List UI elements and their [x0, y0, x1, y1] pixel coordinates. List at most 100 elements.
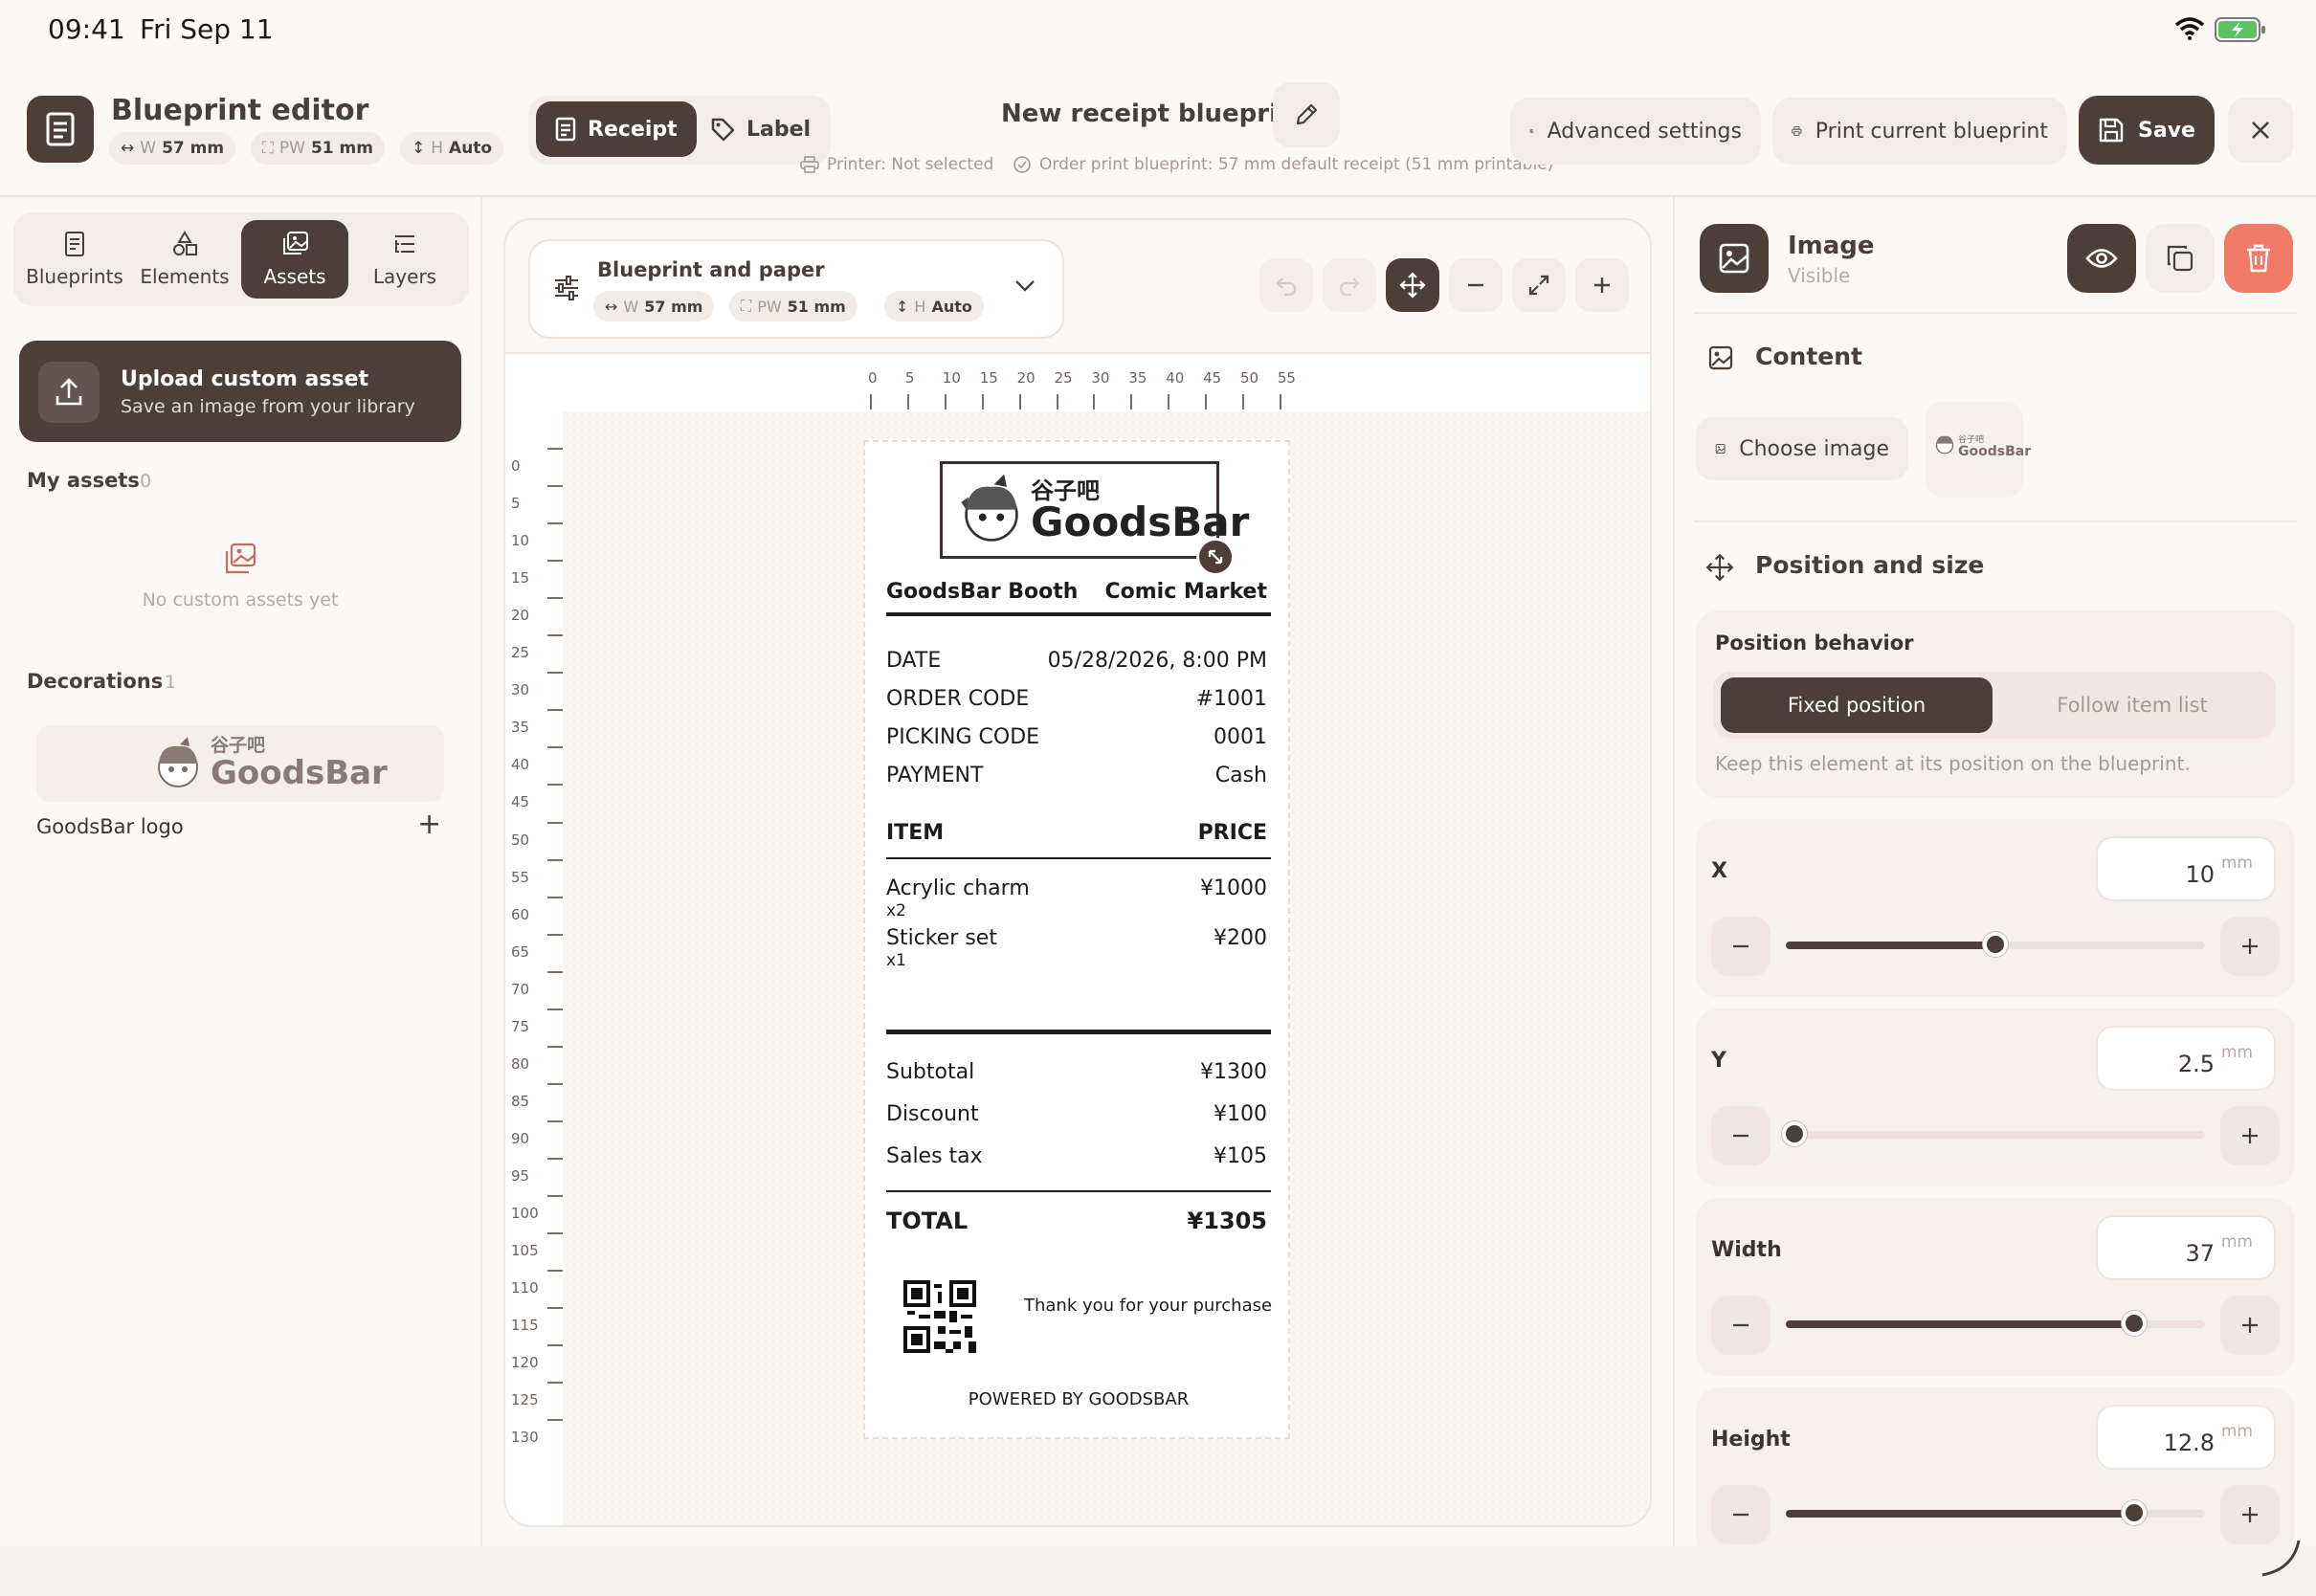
paper-settings-panel[interactable]: Blueprint and paper ↔ W 57 mm ⛶ PW 51 mm ↕ H A… [528, 239, 1064, 339]
slider-width[interactable] [1786, 1311, 2205, 1336]
close-button[interactable] [2228, 98, 2293, 163]
field-value-height: 12.8 [2163, 1430, 2215, 1456]
ruler-h-label: 35 [1128, 369, 1147, 387]
field-input-y[interactable]: 2.5 mm [2096, 1026, 2276, 1091]
logo-image-element[interactable]: 谷子吧 GoodsBar [940, 461, 1249, 559]
decrement-y-button[interactable] [1711, 1106, 1770, 1165]
field-card-x: X 10 mm [1696, 819, 2295, 997]
field-card-width: Width 37 mm [1696, 1198, 2295, 1376]
field-input-height[interactable]: 12.8 mm [2096, 1405, 2276, 1470]
decorations-title: Decorations [27, 670, 164, 693]
decrement-x-button[interactable] [1711, 917, 1770, 976]
slider-thumb-height[interactable] [2121, 1500, 2147, 1525]
decoration-item[interactable]: 谷子吧 GoodsBar GoodsBar logo + [27, 720, 454, 853]
redo-button[interactable] [1323, 258, 1376, 312]
chevron-down-icon[interactable] [1014, 279, 1036, 293]
slider-thumb-y[interactable] [1781, 1121, 1807, 1146]
undo-icon [1276, 277, 1297, 297]
ruler-v-tick [547, 1270, 563, 1273]
move-icon [1399, 272, 1426, 299]
field-value-x: 10 [2185, 861, 2215, 888]
printable-width-key: PW [278, 139, 305, 158]
tab-elements[interactable]: Elements [131, 220, 238, 299]
thanks-text: Thank you for your purchase [1024, 1296, 1273, 1316]
undo-button[interactable] [1259, 258, 1313, 312]
info-label-order: ORDER CODE [886, 687, 1030, 711]
save-label: Save [2138, 118, 2195, 143]
info-label-date: DATE [886, 649, 942, 673]
increment-x-button[interactable] [2220, 917, 2280, 976]
content-section-icon [1708, 345, 1733, 370]
ruler-v-tick [547, 1307, 563, 1310]
ruler-v-tick [547, 896, 563, 898]
slider-thumb-x[interactable] [1983, 932, 2008, 957]
order-blueprint-status: Order print blueprint: 57 mm default rec… [1013, 155, 1553, 174]
zoom-in-button[interactable] [1575, 258, 1629, 312]
slider-height[interactable] [1786, 1500, 2205, 1525]
info-value-date: 05/28/2026, 8:00 PM [1047, 649, 1267, 673]
layers-icon [395, 235, 414, 253]
content-section-title: Content [1755, 343, 1862, 370]
resize-handle[interactable] [1196, 538, 1235, 576]
upload-asset-button[interactable]: Upload custom asset Save an image from y… [19, 341, 461, 442]
print-blueprint-button[interactable]: Print current blueprint [1772, 98, 2067, 165]
slider-x[interactable] [1786, 932, 2205, 957]
tab-blueprints[interactable]: Blueprints [21, 220, 128, 299]
items-divider [886, 857, 1271, 859]
field-input-width[interactable]: 37 mm [2096, 1215, 2276, 1280]
inspector-divider [1694, 312, 2297, 314]
position-behavior-card: Position behavior Fixed position Follow … [1696, 610, 2295, 798]
duplicate-button[interactable] [2146, 224, 2215, 293]
image-icon [1719, 243, 1749, 274]
tab-label[interactable]: Label [710, 101, 811, 157]
image-type-icon-box [1700, 224, 1769, 293]
ruler-v-tick [547, 746, 563, 749]
follow-item-list-option[interactable]: Follow item list [1996, 677, 2268, 733]
ruler-h-tick [981, 394, 984, 410]
sliders-icon [1529, 128, 1534, 134]
item-name-1: Acrylic charm [886, 876, 1030, 900]
increment-width-button[interactable] [2220, 1296, 2280, 1355]
ruler-v-tick [547, 1119, 563, 1122]
add-decoration-icon[interactable]: + [417, 808, 441, 841]
goodsbar-mascot-icon [158, 737, 198, 787]
field-input-x[interactable]: 10 mm [2096, 836, 2276, 901]
printer-status: Printer: Not selected [800, 155, 993, 174]
ruler-h-label: 55 [1277, 369, 1296, 387]
save-icon [2099, 118, 2124, 143]
slider-y[interactable] [1781, 1121, 2205, 1146]
ruler-h-tick [1018, 394, 1021, 410]
decrement-width-button[interactable] [1711, 1296, 1770, 1355]
position-section-title: Position and size [1755, 551, 1985, 579]
advanced-settings-button[interactable]: Advanced settings [1510, 98, 1761, 165]
fixed-position-option[interactable]: Fixed position [1721, 677, 1993, 733]
choose-image-button[interactable]: Choose image [1696, 417, 1908, 480]
ruler-v-tick [547, 1157, 563, 1160]
rename-button[interactable] [1273, 82, 1340, 147]
header-divider [886, 612, 1271, 616]
ruler-v-label: 110 [511, 1279, 539, 1297]
total-label: TOTAL [886, 1208, 969, 1234]
delete-button[interactable] [2224, 224, 2293, 293]
increment-y-button[interactable] [2220, 1106, 2280, 1165]
width-value: 57 mm [162, 139, 225, 158]
move-tool-button[interactable] [1386, 258, 1439, 312]
ruler-v-label: 15 [511, 569, 530, 587]
tab-receipt[interactable]: Receipt [536, 101, 697, 157]
printable-width-value: 51 mm [310, 139, 373, 158]
minus-icon [1733, 944, 1748, 948]
tab-layers[interactable]: Layers [351, 220, 458, 299]
paper-width-chip: ↔ W 57 mm [593, 291, 715, 321]
slider-thumb-width[interactable] [2121, 1311, 2147, 1336]
toggle-visibility-button[interactable] [2067, 224, 2136, 293]
receipt-paper[interactable]: 谷子吧 GoodsBar GoodsBar Booth Comic Market… [863, 440, 1290, 1439]
printable-width-chip: ⛶ PW 51 mm [251, 132, 385, 165]
save-button[interactable]: Save [2079, 96, 2215, 165]
ruler-h-tick [1093, 394, 1096, 410]
tab-assets[interactable]: Assets [241, 220, 348, 299]
zoom-out-button[interactable] [1449, 258, 1503, 312]
ruler-v-label: 120 [511, 1354, 539, 1372]
decrement-height-button[interactable] [1711, 1485, 1770, 1544]
fit-screen-button[interactable] [1512, 258, 1566, 312]
ruler-h-label: 15 [979, 369, 998, 387]
